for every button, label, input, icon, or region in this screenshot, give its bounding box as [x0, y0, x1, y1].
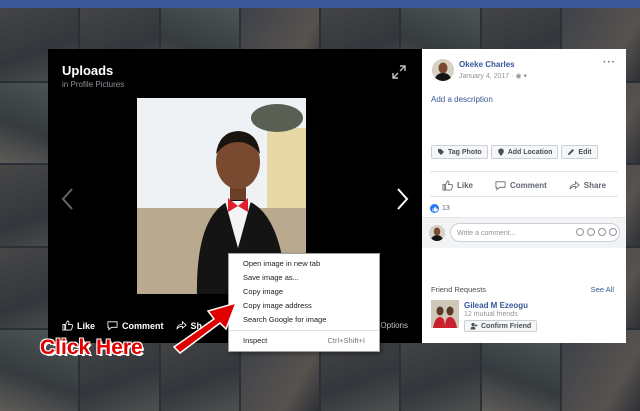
privacy-globe-icon[interactable]: ◉ ▾ — [515, 73, 527, 80]
post-date: January 4, 2017 · ◉ ▾ — [459, 72, 527, 80]
commenter-avatar — [429, 225, 445, 241]
friend-request-avatar[interactable] — [431, 300, 459, 328]
top-navigation-bar — [0, 0, 640, 8]
photo-info-panel: Okeke Charles January 4, 2017 · ◉ ▾ ··· … — [422, 49, 626, 343]
more-options-icon[interactable]: ··· — [603, 57, 616, 68]
friend-requests-heading: Friend Requests — [431, 285, 487, 294]
next-photo-icon[interactable] — [394, 187, 410, 211]
album-title: Uploads — [62, 63, 114, 78]
add-description-link[interactable]: Add a description — [431, 95, 493, 104]
comment-input-icons — [576, 228, 617, 236]
thumbs-up-icon — [442, 180, 453, 191]
viewer-like-button[interactable]: Like — [62, 320, 95, 331]
menu-item-label: Search Google for image — [243, 315, 327, 324]
add-location-label: Add Location — [507, 148, 553, 156]
reaction-count: 13 — [442, 205, 450, 212]
viewer-like-label: Like — [77, 320, 96, 331]
click-here-annotation: Click Here — [40, 336, 143, 359]
like-button[interactable]: Like — [442, 180, 473, 191]
options-link[interactable]: Options — [380, 321, 408, 330]
share-button[interactable]: Share — [569, 180, 606, 191]
post-action-bar: Like Comment Share — [431, 180, 617, 191]
tag-icon — [438, 149, 444, 155]
expand-icon[interactable] — [392, 65, 406, 79]
menu-separator — [229, 330, 379, 331]
gif-icon[interactable] — [598, 228, 606, 236]
emoji-icon[interactable] — [576, 228, 584, 236]
confirm-friend-button[interactable]: Confirm Friend — [464, 320, 538, 332]
thumbs-up-icon — [62, 320, 73, 331]
see-all-link[interactable]: See All — [591, 285, 614, 294]
add-location-button[interactable]: Add Location — [490, 145, 559, 159]
menu-item-label: Open image in new tab — [243, 259, 321, 268]
add-friend-icon — [470, 322, 478, 330]
comment-button[interactable]: Comment — [495, 180, 547, 191]
author-name[interactable]: Okeke Charles — [459, 60, 515, 69]
menu-item-open-in-new-tab[interactable]: Open image in new tab — [229, 257, 379, 271]
like-label: Like — [456, 181, 473, 190]
menu-item-label: Copy image address — [243, 301, 312, 310]
menu-item-label: Save image as... — [243, 273, 299, 282]
friend-request-name[interactable]: Gilead M Ezeogu — [464, 301, 528, 310]
edit-button[interactable]: Edit — [561, 145, 598, 159]
sticker-icon[interactable] — [609, 228, 617, 236]
previous-photo-icon[interactable] — [60, 187, 76, 211]
share-label: Share — [583, 181, 607, 190]
menu-item-search-google[interactable]: Search Google for image — [229, 313, 379, 327]
comment-label: Comment — [509, 181, 547, 190]
edit-label: Edit — [578, 148, 592, 156]
menu-item-copy-image[interactable]: Copy image — [229, 285, 379, 299]
like-reaction-icon — [430, 204, 439, 213]
confirm-friend-label: Confirm Friend — [481, 322, 532, 330]
photo-edit-buttons: Tag Photo Add Location Edit — [431, 145, 598, 159]
menu-item-label: Copy image — [243, 287, 284, 296]
post-date-text: January 4, 2017 · — [459, 73, 516, 80]
comment-icon — [107, 321, 118, 331]
menu-item-shortcut: Ctrl+Shift+I — [327, 336, 365, 345]
reaction-summary[interactable]: 13 — [430, 204, 450, 213]
album-subtitle: in Profile Pictures — [62, 80, 125, 89]
menu-item-save-image-as[interactable]: Save image as... — [229, 271, 379, 285]
menu-item-label: Inspect — [243, 336, 268, 345]
share-icon — [569, 180, 580, 190]
comment-icon — [495, 181, 506, 191]
pencil-icon — [568, 149, 575, 155]
viewer-comment-button[interactable]: Comment — [107, 320, 164, 331]
camera-icon[interactable] — [587, 228, 595, 236]
tag-photo-button[interactable]: Tag Photo — [431, 145, 488, 159]
divider — [430, 171, 618, 172]
mutual-friends-count[interactable]: 12 mutual friends — [464, 311, 518, 318]
location-pin-icon — [497, 148, 504, 156]
divider — [430, 196, 618, 197]
author-avatar[interactable] — [432, 59, 454, 81]
comment-composer: Write a comment... — [422, 217, 626, 248]
red-arrow-icon — [172, 301, 238, 354]
menu-item-copy-image-address[interactable]: Copy image address — [229, 299, 379, 313]
menu-item-inspect[interactable]: Inspect Ctrl+Shift+I — [229, 334, 379, 348]
tag-photo-label: Tag Photo — [448, 148, 482, 156]
viewer-comment-label: Comment — [122, 320, 164, 331]
browser-context-menu: Open image in new tab Save image as... C… — [228, 253, 380, 352]
